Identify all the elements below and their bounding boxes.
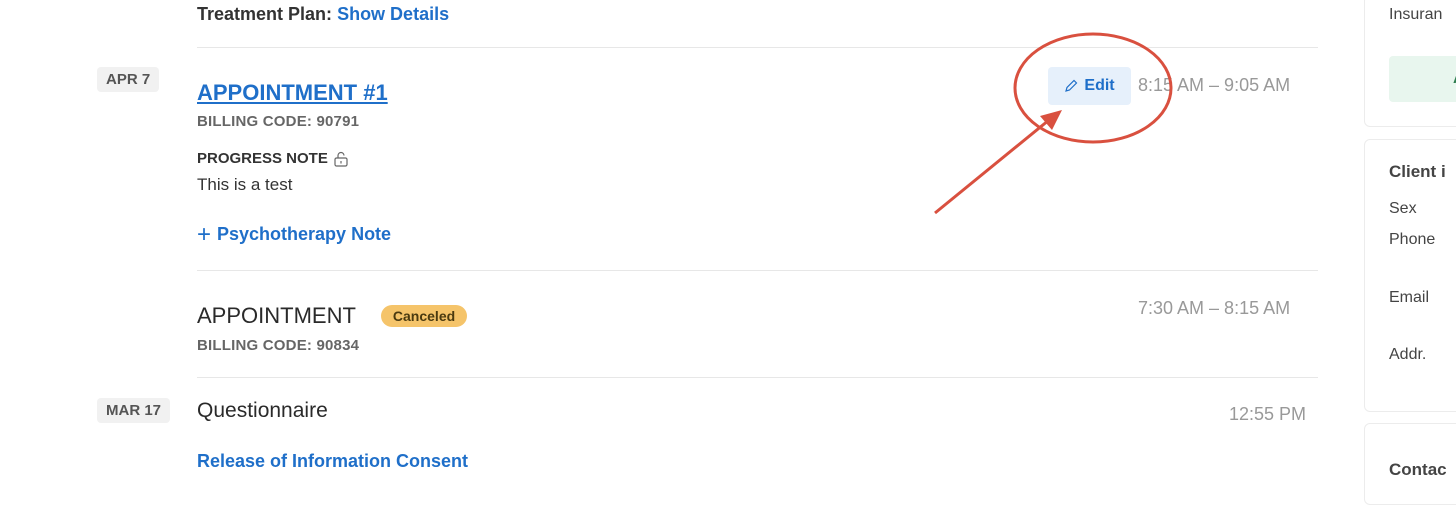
contacts-card: Contac: [1364, 423, 1456, 505]
questionnaire-time: 12:55 PM: [1229, 404, 1307, 424]
progress-note-label: PROGRESS NOTE: [197, 150, 328, 167]
unlock-icon: [334, 151, 348, 167]
contacts-title: Contac: [1389, 460, 1447, 479]
client-field-address: Addr.: [1389, 346, 1427, 363]
pencil-icon: [1064, 79, 1078, 93]
edit-button[interactable]: Edit: [1048, 67, 1131, 105]
appointment-title: APPOINTMENT: [197, 303, 356, 328]
billing-code: BILLING CODE: 90834: [197, 337, 360, 354]
insurance-label: Insuran: [1389, 6, 1443, 23]
client-field-email: Email: [1389, 289, 1430, 306]
insurance-action-button[interactable]: A: [1389, 56, 1456, 102]
client-info-title: Client i: [1389, 162, 1446, 181]
show-details-link[interactable]: Show Details: [337, 4, 449, 24]
billing-code: BILLING CODE: 90791: [197, 113, 360, 130]
treatment-plan-label: Treatment Plan:: [197, 4, 333, 24]
status-badge: Canceled: [380, 305, 468, 327]
client-field-phone: Phone: [1389, 231, 1436, 248]
client-field-sex: Sex: [1389, 200, 1417, 217]
appointment-time: 8:15 AM – 9:05 AM: [1138, 75, 1291, 95]
progress-note-header: PROGRESS NOTE: [197, 150, 348, 167]
progress-note-text: This is a test: [197, 175, 293, 194]
edit-label: Edit: [1084, 77, 1115, 94]
divider: [197, 270, 1318, 271]
treatment-plan-row: Treatment Plan: Show Details: [197, 4, 449, 25]
add-note-label: Psychotherapy Note: [217, 224, 392, 244]
client-info-card: Client i Sex Phone Email Addr.: [1364, 139, 1456, 412]
date-badge: APR 7: [97, 67, 160, 92]
plus-icon: +: [197, 220, 212, 248]
date-badge: MAR 17: [97, 398, 171, 423]
questionnaire-title: Questionnaire: [197, 399, 328, 422]
divider: [197, 377, 1318, 378]
annotation-arrowhead: [1040, 110, 1062, 130]
divider: [197, 47, 1318, 48]
appointment-time: 7:30 AM – 8:15 AM: [1138, 298, 1291, 318]
appointment-header: APPOINTMENT Canceled: [197, 303, 468, 329]
add-psychotherapy-note-link[interactable]: + Psychotherapy Note: [197, 220, 392, 248]
release-of-information-link[interactable]: Release of Information Consent: [197, 451, 468, 472]
appointment-title-link[interactable]: APPOINTMENT #1: [197, 80, 388, 106]
insurance-card: Insuran A: [1364, 0, 1456, 127]
annotation-arrow: [934, 118, 1050, 215]
